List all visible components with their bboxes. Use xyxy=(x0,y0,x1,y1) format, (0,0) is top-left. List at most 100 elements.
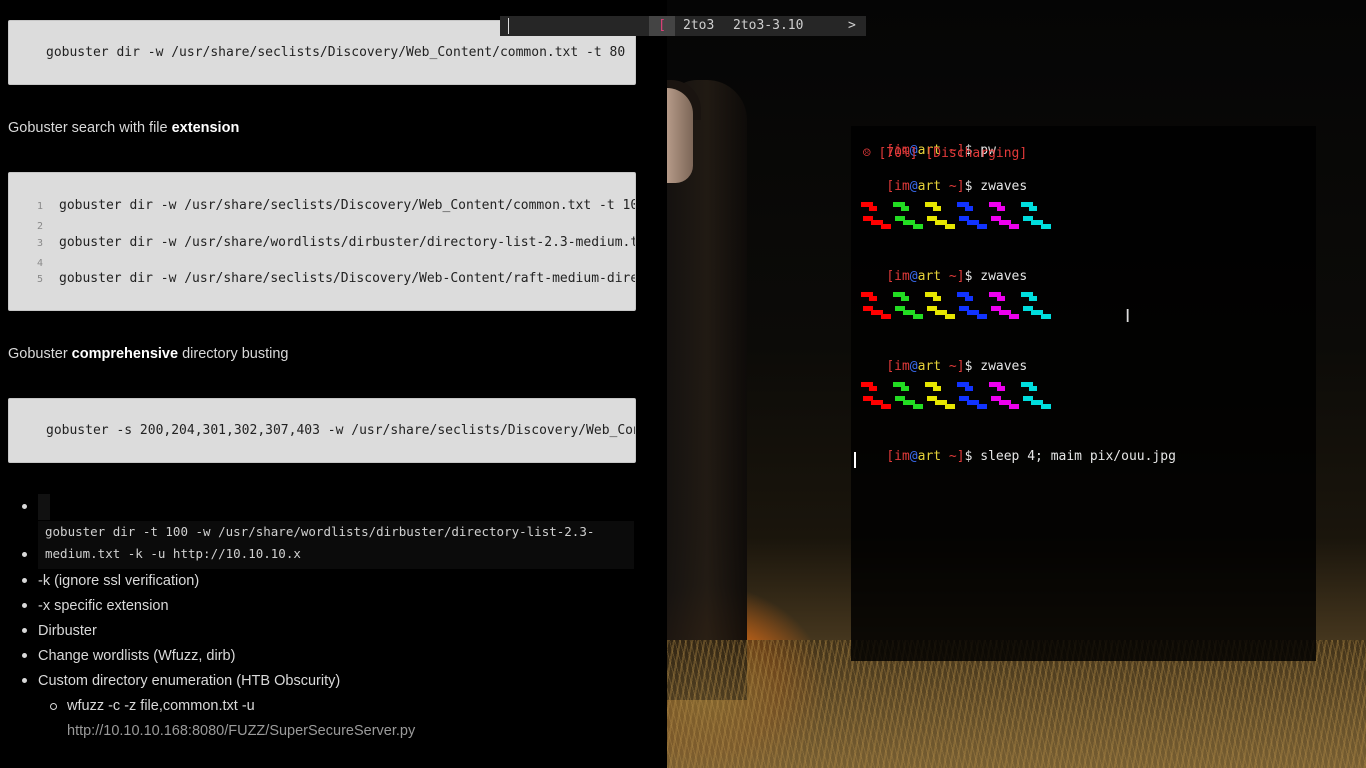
wave-block xyxy=(1029,296,1037,301)
code-text: gobuster dir -w /usr/share/wordlists/dir… xyxy=(59,235,636,250)
bullet-dot xyxy=(22,653,27,658)
wave-block xyxy=(1009,314,1019,319)
bullet-dot xyxy=(22,578,27,583)
inline-code-line: gobuster dir -t 100 -w /usr/share/wordli… xyxy=(45,524,595,539)
sub-bullet-circle xyxy=(50,703,57,710)
prompt-dir: ~ xyxy=(941,449,957,464)
code-line-5: 5 gobuster dir -w /usr/share/seclists/Dis… xyxy=(37,271,636,286)
prompt-dir: ~ xyxy=(941,269,957,284)
prompt-host: art xyxy=(917,449,942,464)
line-number: 3 xyxy=(37,238,44,249)
code-block-gobuster-status[interactable]: gobuster -s 200,204,301,302,307,403 -w /… xyxy=(8,398,636,463)
wave-block xyxy=(913,404,923,409)
zwaves-output xyxy=(861,382,1051,409)
wave-block xyxy=(901,386,909,391)
code-line: gobuster dir -w /usr/share/seclists/Disc… xyxy=(46,45,636,60)
battery-output: ☹ [70%] [Discharging] xyxy=(855,146,1028,161)
list-item: Custom directory enumeration (HTB Obscur… xyxy=(38,673,341,689)
terminal-command: zwaves xyxy=(980,179,1028,194)
sub-list-item-url[interactable]: http://10.10.10.168:8080/FUZZ/SuperSecur… xyxy=(67,723,415,739)
code-line-1: 1 gobuster dir -w /usr/share/seclists/Dis… xyxy=(37,198,635,213)
prompt-dollar: $ xyxy=(964,449,981,464)
bullet-dot xyxy=(22,603,27,608)
paragraph-text: Gobuster search with file xyxy=(8,120,172,136)
code-line-3: 3 gobuster dir -w /usr/share/wordlists/di… xyxy=(37,235,636,250)
bullet-dot xyxy=(22,552,27,557)
wave-block xyxy=(977,404,987,409)
inline-code-block[interactable]: gobuster dir -t 100 -w /usr/share/wordli… xyxy=(38,521,634,569)
terminal-cursor xyxy=(854,452,856,468)
terminal-window[interactable]: [im@art ~]$ pw ☹ [70%] [Discharging] [im… xyxy=(851,126,1316,661)
code-line-4: 4 xyxy=(37,255,59,270)
prompt-dollar: $ xyxy=(964,359,981,374)
paragraph-text: Gobuster xyxy=(8,346,72,362)
wave-block xyxy=(945,404,955,409)
dmenu-bar[interactable]: [ 2to3 2to3-3.10 > xyxy=(500,16,866,36)
wave-block xyxy=(881,314,891,319)
heading-extension-search: Gobuster search with file extension xyxy=(8,120,239,136)
wave-block xyxy=(1029,386,1037,391)
line-number: 5 xyxy=(37,274,44,285)
wave-block xyxy=(1029,206,1037,211)
code-line-2: 2 xyxy=(37,218,59,233)
wave-block xyxy=(997,386,1005,391)
bold-text: comprehensive xyxy=(71,346,179,362)
code-text: gobuster dir -w /usr/share/seclists/Disc… xyxy=(59,271,636,286)
sub-list-item: wfuzz -c -z file,common.txt -u xyxy=(67,698,255,714)
list-item: -k (ignore ssl verification) xyxy=(38,573,200,589)
code-block-gobuster-extension[interactable]: 1 gobuster dir -w /usr/share/seclists/Dis… xyxy=(8,172,636,311)
paragraph-text: directory busting xyxy=(178,346,289,362)
prompt-at: @ xyxy=(909,269,918,284)
line-number: 1 xyxy=(37,201,44,212)
terminal-command: zwaves xyxy=(980,359,1028,374)
wave-block xyxy=(965,386,973,391)
menu-item[interactable]: 2to3-3.10 xyxy=(733,18,803,33)
wave-block xyxy=(869,206,877,211)
prompt-dir: ~ xyxy=(941,179,957,194)
bullet-dot xyxy=(22,504,27,509)
wave-block xyxy=(1041,314,1051,319)
wave-block xyxy=(933,206,941,211)
prompt-bracket: ] xyxy=(956,359,965,374)
terminal-command: sleep 4; maim pix/ouu.jpg xyxy=(980,449,1176,464)
line-number: 2 xyxy=(37,221,44,232)
prompt-bracket: ] xyxy=(956,269,965,284)
wave-block xyxy=(977,314,987,319)
prompt-user: im xyxy=(894,269,910,284)
prompt-bracket: [ xyxy=(886,449,895,464)
wave-block xyxy=(945,224,955,229)
prompt-bracket: ] xyxy=(956,449,965,464)
prompt-dollar: $ xyxy=(964,269,981,284)
wave-block xyxy=(977,224,987,229)
wave-block xyxy=(1009,224,1019,229)
wave-block xyxy=(1041,224,1051,229)
prompt-bracket: [ xyxy=(886,179,895,194)
prompt-at: @ xyxy=(909,359,918,374)
prompt-host: art xyxy=(917,179,942,194)
line-number: 4 xyxy=(37,258,44,269)
wave-block xyxy=(913,314,923,319)
prompt-user: im xyxy=(894,449,910,464)
wave-block xyxy=(901,296,909,301)
inline-code-line: medium.txt -k -u http://10.10.10.x xyxy=(45,546,301,561)
menu-item-selected[interactable]: [ xyxy=(649,16,675,36)
more-arrow-icon[interactable]: > xyxy=(848,18,856,33)
wallpaper-face xyxy=(667,88,693,183)
list-item: Dirbuster xyxy=(38,623,97,639)
code-line: gobuster -s 200,204,301,302,307,403 -w /… xyxy=(46,423,636,438)
input-caret[interactable] xyxy=(508,18,509,34)
wave-block xyxy=(869,386,877,391)
wave-block xyxy=(1041,404,1051,409)
wave-block xyxy=(901,206,909,211)
wave-block xyxy=(881,404,891,409)
bullet-dot xyxy=(22,628,27,633)
bold-text: extension xyxy=(171,120,240,136)
menu-item[interactable]: 2to3 xyxy=(683,18,714,33)
wave-block xyxy=(997,296,1005,301)
wave-block xyxy=(881,224,891,229)
prompt-line: [im@art ~]$ sleep 4; maim pix/ouu.jpg xyxy=(855,434,1176,479)
prompt-user: im xyxy=(894,359,910,374)
prompt-user: im xyxy=(894,179,910,194)
wave-block xyxy=(933,386,941,391)
prompt-dollar: $ xyxy=(964,179,981,194)
